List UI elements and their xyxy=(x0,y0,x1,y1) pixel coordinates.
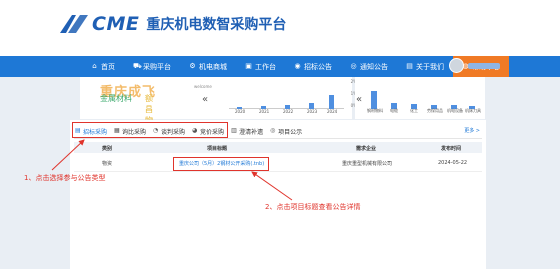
announcement-panel: ▤ 招标采购 ▦ 询比采购 ◔ 谈判采购 ◕ 竞价采购 ▥ 澄清补遗 ◎ 项目公示 更多 >… xyxy=(70,120,486,269)
main-nav: ⌂ 首页 ⛟ 采购平台 ⚙ 机电商城 ▣ 工作台 ◉ 招标公告 ◎ 通知公告 ▤ 关于我们 ◍… xyxy=(0,56,560,77)
stats-panel: 重庆成飞 welcome 金属材料 额昌物料 « 2020 2021 2022 … xyxy=(80,77,357,136)
category-bar-chart xyxy=(365,79,483,109)
x-tick: 化工 xyxy=(410,108,418,113)
chevron-left-icon[interactable]: « xyxy=(356,94,362,105)
logo[interactable]: CME 重庆机电数智采购平台 xyxy=(58,13,286,35)
promo-banner[interactable]: 重庆成飞 welcome 金属材料 额昌物料 xyxy=(100,81,212,136)
x-tick: 机电设备 xyxy=(447,108,463,113)
info-icon: ▤ xyxy=(406,62,413,70)
row-date: 2024-05-22 xyxy=(438,160,468,166)
user-name-redacted xyxy=(468,62,500,69)
x-tick: 机床刀具 xyxy=(465,108,481,113)
x-tick: 钢材物料 xyxy=(367,108,383,113)
annotation-box-tabs xyxy=(72,122,228,138)
tab-clarify[interactable]: ▥ 澄清补遗 xyxy=(231,127,263,136)
table-header: 类别 项目标题 需求企业 发布时间 xyxy=(74,142,482,153)
nav-item-about[interactable]: ▤ 关于我们 xyxy=(397,56,453,77)
nav-label: 通知公告 xyxy=(360,62,388,71)
nav-label: 采购平台 xyxy=(143,62,171,71)
bar-2024 xyxy=(329,95,334,109)
home-icon: ⌂ xyxy=(92,62,97,70)
nav-item-home[interactable]: ⌂ 首页 xyxy=(82,56,124,77)
x-tick: 2020 xyxy=(235,109,246,114)
more-link[interactable]: 更多 > xyxy=(464,127,480,134)
chevron-left-icon[interactable]: « xyxy=(202,94,208,105)
row-category: 物资 xyxy=(102,161,113,167)
nav-item-workbench[interactable]: ▣ 工作台 xyxy=(236,56,285,77)
annotation-step1: 1、点击选择参与公告类型 xyxy=(24,174,106,182)
annotation-box-title xyxy=(173,157,269,171)
clarify-icon: ▥ xyxy=(231,127,237,134)
bell-icon: ◎ xyxy=(350,62,357,70)
publicity-icon: ◎ xyxy=(270,127,276,134)
column-header-date: 发布时间 xyxy=(441,146,462,152)
annotation-step2: 2、点击项目标题查看公告详情 xyxy=(265,203,361,211)
nav-label: 关于我们 xyxy=(416,62,444,71)
x-tick: 2022 xyxy=(283,109,294,114)
x-tick: 2021 xyxy=(259,109,270,114)
year-bar-chart xyxy=(229,79,344,109)
nav-item-bid-notice[interactable]: ◉ 招标公告 xyxy=(285,56,341,77)
site-header: CME 重庆机电数智采购平台 xyxy=(0,0,560,56)
category-panel: « 钢材物料 电缆 化工 劳保用品 机电设备 机床刀具 xyxy=(355,77,485,119)
page: CME 重庆机电数智采购平台 ⌂ 首页 ⛟ 采购平台 ⚙ 机电商城 ▣ 工作台 ◉ 招标公… xyxy=(0,0,560,269)
nav-item-mall[interactable]: ⚙ 机电商城 xyxy=(180,56,236,77)
divider xyxy=(74,171,482,172)
promo-small-text: welcome xyxy=(194,84,212,89)
divider xyxy=(74,138,482,139)
cart-icon: ⛟ xyxy=(133,62,142,70)
logo-brand: CME xyxy=(92,13,140,35)
nav-label: 工作台 xyxy=(255,62,276,71)
avatar[interactable] xyxy=(449,58,464,73)
desk-icon: ▣ xyxy=(245,62,252,70)
nav-item-procurement[interactable]: ⛟ 采购平台 xyxy=(124,56,180,77)
row-company: 重庆重型机械有限公司 xyxy=(342,161,393,167)
nav-label: 机电商城 xyxy=(199,62,227,71)
nav-item-notifications[interactable]: ◎ 通知公告 xyxy=(341,56,397,77)
x-tick: 2024 xyxy=(327,109,338,114)
site-title: 重庆机电数智采购平台 xyxy=(146,17,287,33)
logo-mark-icon xyxy=(58,13,90,35)
tab-label: 项目公示 xyxy=(278,128,303,136)
column-header-category: 类别 xyxy=(102,146,113,152)
tab-publicity[interactable]: ◎ 项目公示 xyxy=(270,127,302,136)
bar-steel xyxy=(371,91,377,109)
nav-label: 招标公告 xyxy=(304,62,332,71)
x-tick: 2023 xyxy=(307,109,318,114)
user-menu[interactable] xyxy=(449,58,500,73)
year-labels: 2020 2021 2022 2023 2024 xyxy=(229,109,344,117)
column-header-title: 项目标题 xyxy=(207,146,228,152)
category-labels: 钢材物料 电缆 化工 劳保用品 机电设备 机床刀具 xyxy=(365,108,483,116)
tab-label: 澄清补遗 xyxy=(239,128,264,136)
promo-tag-metal: 金属材料 xyxy=(100,94,132,103)
nav-label: 首页 xyxy=(101,62,115,71)
column-header-company: 需求企业 xyxy=(356,146,377,152)
shop-icon: ⚙ xyxy=(189,62,196,70)
notice-icon: ◉ xyxy=(294,62,301,70)
x-tick: 电缆 xyxy=(390,108,398,113)
table-row: 物资 重庆公司（5月）2钢材公开采购(.tnb) 重庆重型机械有限公司 2024… xyxy=(74,157,482,169)
x-tick: 劳保用品 xyxy=(427,108,443,113)
